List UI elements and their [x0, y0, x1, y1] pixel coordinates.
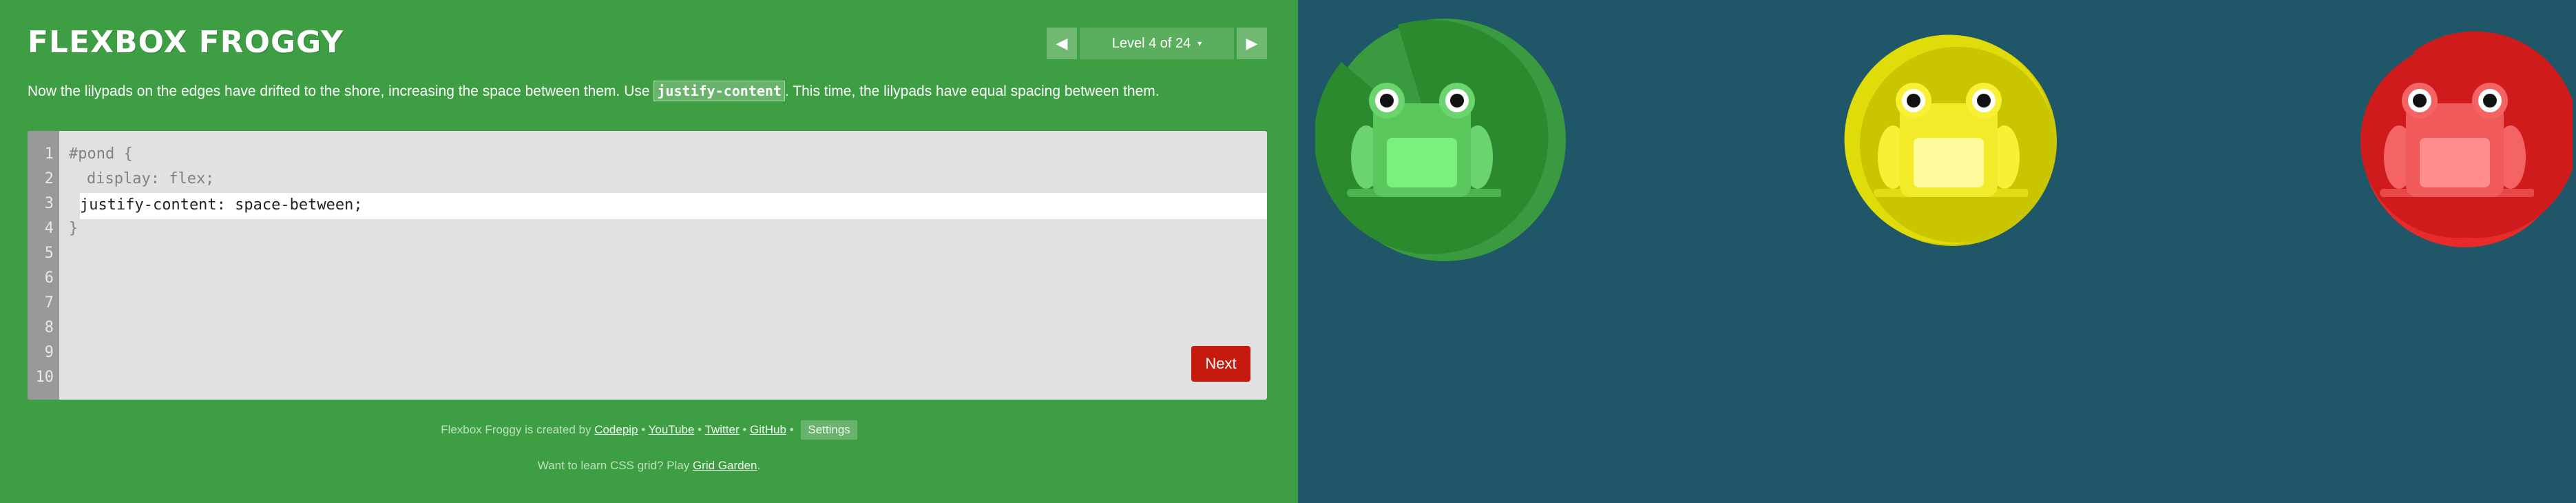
instructions: Now the lilypads on the edges have drift…: [28, 80, 1267, 103]
line-number: 9: [44, 344, 54, 361]
level-navigation: ◀ Level 4 of 24 ▾ ▶: [1047, 28, 1267, 59]
frog-yellow: [1874, 83, 2028, 197]
next-level-button[interactable]: ▶: [1237, 28, 1267, 59]
grid-prefix: Want to learn CSS grid? Play: [537, 459, 690, 472]
separator: •: [641, 423, 646, 436]
grid-garden-link[interactable]: Grid Garden: [693, 459, 757, 472]
line-number: 5: [44, 245, 54, 262]
next-button[interactable]: Next: [1191, 346, 1250, 382]
separator: •: [698, 423, 702, 436]
line-number-gutter: 1 2 3 4 5 6 7 8 9 10: [28, 131, 59, 400]
chevron-down-icon: ▾: [1197, 39, 1202, 48]
footer-credits: Flexbox Froggy is created by Codepip • Y…: [0, 420, 1298, 440]
settings-button[interactable]: Settings: [801, 420, 857, 440]
line-number: 3: [44, 195, 54, 212]
previous-level-button[interactable]: ◀: [1047, 28, 1077, 59]
code-line-display: display: flex;: [87, 170, 215, 187]
codepip-link[interactable]: Codepip: [594, 423, 638, 436]
line-number: 2: [44, 170, 54, 187]
frog-green: [1347, 83, 1501, 197]
triangle-right-icon: ▶: [1246, 34, 1258, 52]
grid-suffix: .: [757, 459, 761, 472]
line-number: 6: [44, 269, 54, 287]
github-link[interactable]: GitHub: [750, 423, 786, 436]
line-number: 8: [44, 319, 54, 336]
twitter-link[interactable]: Twitter: [705, 423, 740, 436]
separator: •: [789, 423, 794, 436]
separator: •: [742, 423, 747, 436]
frog-red: [2380, 83, 2534, 197]
css-input: ▴ ▾: [80, 193, 1267, 219]
line-number: 7: [44, 294, 54, 311]
pond: [1298, 0, 2576, 503]
code-editor: 1 2 3 4 5 6 7 8 9 10 #pond { display: fl…: [28, 131, 1267, 400]
line-number: 1: [44, 145, 54, 163]
instructions-text-before: Now the lilypads on the edges have drift…: [28, 83, 654, 99]
triangle-left-icon: ◀: [1056, 34, 1068, 52]
sidebar: FLEXBOX FROGGY ◀ Level 4 of 24 ▾ ▶ Now t…: [0, 0, 1298, 503]
instructions-code: justify-content: [653, 81, 786, 101]
code-line-selector: #pond {: [69, 145, 133, 163]
level-indicator[interactable]: Level 4 of 24 ▾: [1080, 28, 1234, 59]
code-content: #pond { display: flex; }: [59, 142, 1267, 241]
footer-prefix: Flexbox Froggy is created by: [441, 423, 591, 436]
instructions-text-after: . This time, the lilypads have equal spa…: [785, 83, 1160, 99]
youtube-link[interactable]: YouTube: [649, 423, 695, 436]
css-input-field[interactable]: [80, 193, 1267, 219]
line-number: 10: [35, 369, 54, 386]
footer-grid-garden: Want to learn CSS grid? Play Grid Garden…: [0, 459, 1298, 473]
app-title: FLEXBOX FROGGY: [28, 25, 344, 60]
level-indicator-label: Level 4 of 24: [1111, 35, 1191, 51]
code-line-closing: }: [69, 220, 78, 237]
line-number: 4: [44, 220, 54, 237]
